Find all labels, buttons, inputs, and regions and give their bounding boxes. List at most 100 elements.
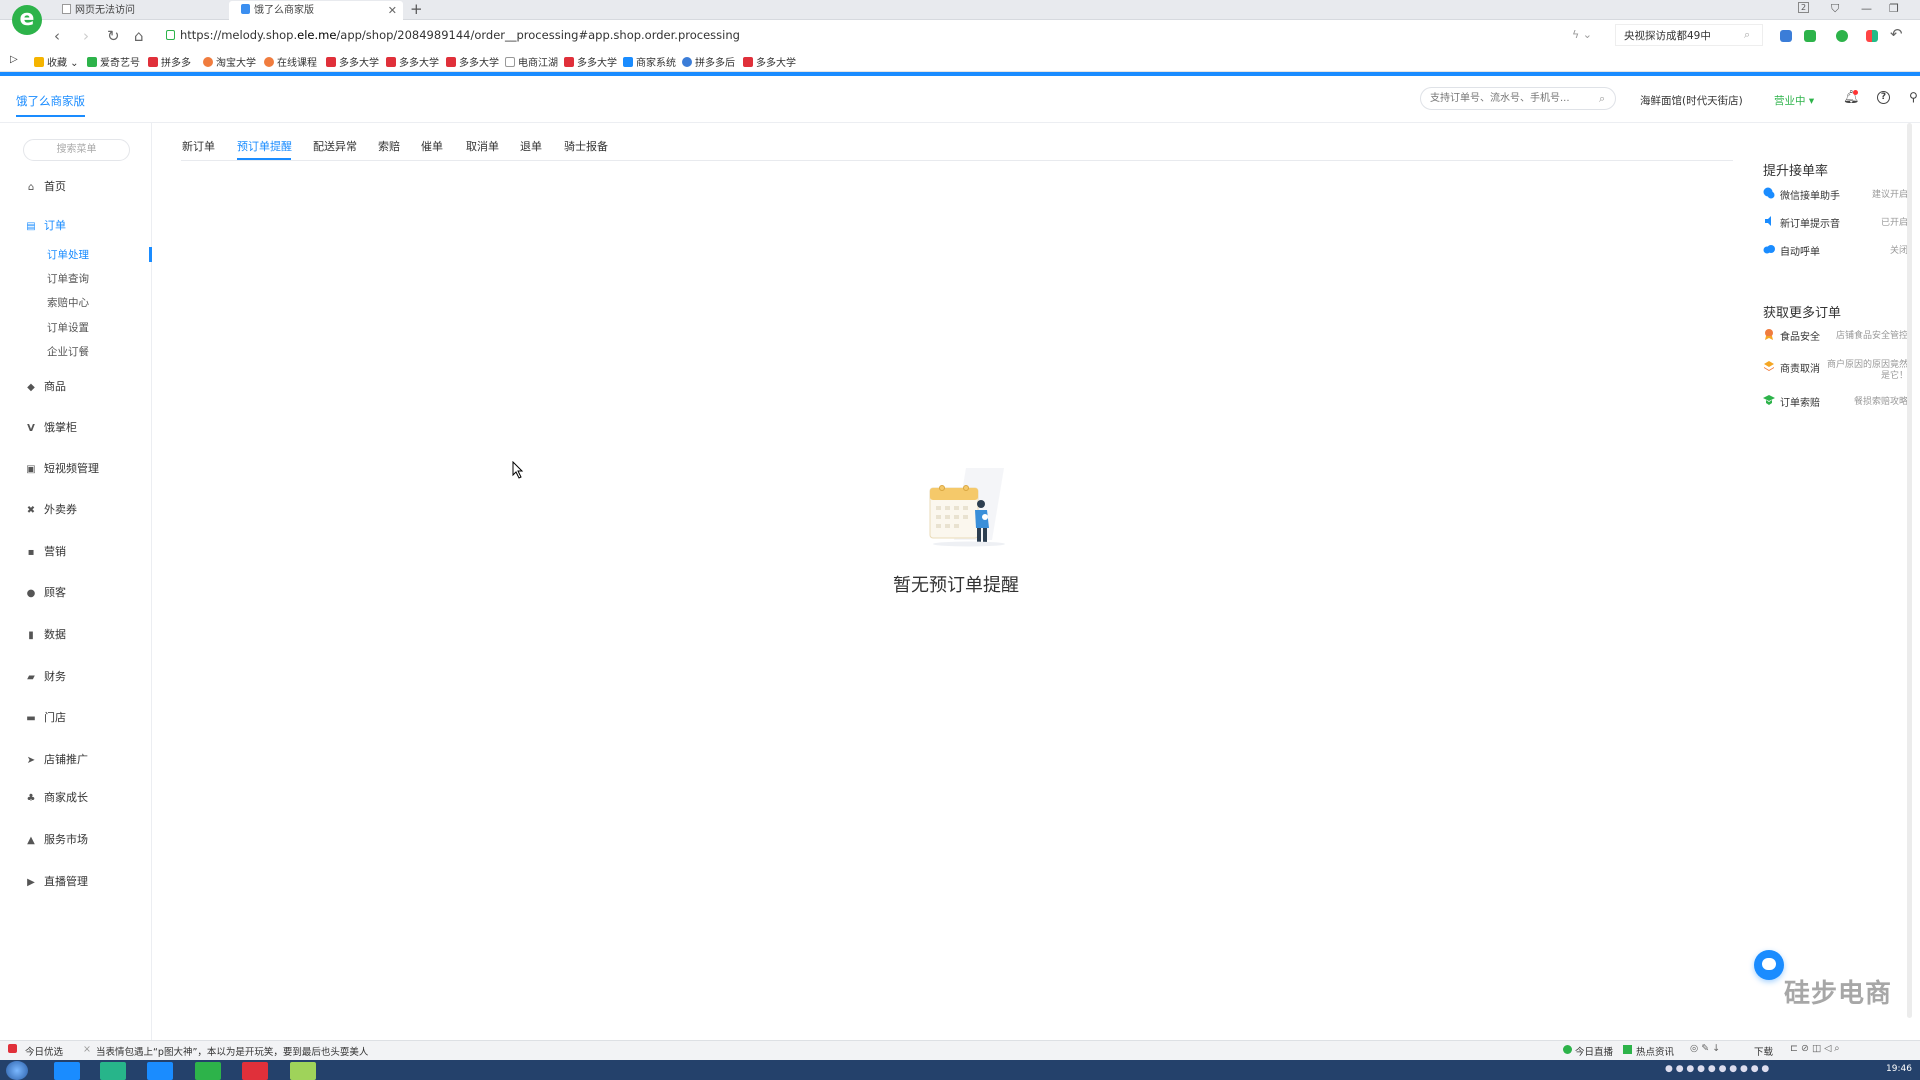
bookmark-item[interactable]: 淘宝大学 (203, 54, 256, 69)
status-hot-news-link[interactable]: 热点资讯 (1636, 1044, 1674, 1058)
bookmark-item[interactable]: 拼多多后 (682, 54, 735, 69)
news-ticker[interactable]: 当表情包遇上“p图大神”，本以为是开玩笑，要到最后也头耍美人 (96, 1044, 368, 1058)
taskbar-ie-icon[interactable] (54, 1062, 80, 1080)
tab-claims[interactable]: 索赔 (378, 138, 400, 154)
browser-tab-active[interactable]: 饿了么商家版 ✕ (229, 1, 403, 20)
green-extension-icon[interactable] (1836, 30, 1848, 42)
extension-icon[interactable] (1780, 30, 1792, 42)
bookmark-item[interactable]: 收藏 ⌄ (34, 54, 79, 69)
tab-new-orders[interactable]: 新订单 (182, 138, 215, 154)
forward-icon[interactable]: › (83, 26, 89, 46)
sidebar-item-promotion[interactable]: ➤ 店铺推广 (24, 751, 88, 767)
search-icon[interactable]: ⌕ (1599, 92, 1605, 106)
shop-name[interactable]: 海鲜面馆(时代天街店) (1640, 93, 1743, 108)
sidebar-item-coupon[interactable]: ✖ 外卖券 (24, 501, 77, 517)
app-logo[interactable]: 饿了么商家版 (16, 93, 85, 117)
apps-icon[interactable] (1866, 30, 1878, 42)
sidebar-item-goods[interactable]: ◆ 商品 (24, 378, 66, 394)
business-status-dropdown[interactable]: 营业中 ▾ (1774, 93, 1814, 108)
shirt-skin-icon[interactable]: ⛉ (1831, 2, 1839, 16)
taskbar-browser-icon[interactable] (147, 1062, 173, 1080)
sidebar-item-label: 首页 (44, 180, 66, 193)
minimize-icon[interactable]: — (1861, 2, 1872, 15)
status-live-link[interactable]: 今日直播 (1575, 1044, 1613, 1058)
back-icon[interactable]: ‹ (54, 26, 60, 46)
sidebar-item-marketing[interactable]: ▪ 营销 (24, 543, 66, 559)
undo-icon[interactable]: ↶ (1890, 24, 1903, 44)
tab-rider-reports[interactable]: 骑士报备 (564, 138, 608, 154)
close-tab-icon[interactable]: ✕ (388, 1, 397, 20)
user-icon[interactable]: ⚲ (1909, 90, 1918, 104)
sidebar-item-orders[interactable]: ▤ 订单 (24, 217, 66, 233)
sidebar-item-home[interactable]: ⌂ 首页 (24, 178, 66, 194)
coupon-icon: ✖ (26, 505, 36, 516)
sidebar-item-growth[interactable]: ♣ 商家成长 (24, 789, 88, 805)
bookmark-item[interactable]: 爱奇艺号 (87, 54, 140, 69)
bookmark-item[interactable]: 多多大学 (326, 54, 379, 69)
scissors-icon[interactable] (1804, 30, 1816, 42)
order-search-input[interactable] (1421, 88, 1591, 109)
sidebar-item-customer[interactable]: ● 顾客 (24, 584, 66, 600)
status-tool-icons[interactable]: ◎ ✎ ↓ (1690, 1043, 1720, 1054)
bookmark-item[interactable]: 多多大学 (564, 54, 617, 69)
sidebar-item-video[interactable]: ▣ 短视频管理 (24, 460, 99, 476)
sidebar-item-finance[interactable]: ▰ 财务 (24, 668, 66, 684)
sidebar-item-live[interactable]: ▶ 直播管理 (24, 873, 88, 889)
search-icon[interactable]: ⌕ (1744, 28, 1750, 42)
sidebar-sub-order-settings[interactable]: 订单设置 (47, 320, 89, 335)
rp-value: 商户原因的原因竟然是它！ (1826, 360, 1908, 381)
bookmark-item[interactable]: 多多大学 (743, 54, 796, 69)
taskbar-table-app-icon[interactable] (195, 1062, 221, 1080)
bookmark-item[interactable]: 商家系统 (623, 54, 676, 69)
sidebar-item-market[interactable]: ▲ 服务市场 (24, 831, 88, 847)
start-button-icon[interactable] (6, 1061, 28, 1080)
new-tab-plus-icon[interactable]: + (410, 0, 423, 19)
menu-search-input[interactable]: 搜索菜单 (23, 139, 130, 161)
tab-cancelled[interactable]: 取消单 (466, 138, 499, 154)
system-clock[interactable]: 19:46 (1886, 1064, 1912, 1074)
cloud-icon (1763, 245, 1775, 254)
close-icon[interactable]: × (83, 1044, 91, 1055)
bookmark-item[interactable]: 电商江湖 (505, 54, 558, 69)
home-icon[interactable]: ⌂ (134, 26, 144, 46)
refresh-icon[interactable]: ↻ (107, 26, 120, 46)
bookmark-toggle-icon[interactable]: ▷ (10, 54, 18, 65)
tab-count-badge[interactable]: 2 (1798, 2, 1810, 13)
taskbar-360-browser-icon[interactable] (290, 1062, 316, 1080)
taskbar-x-app-icon[interactable] (242, 1062, 268, 1080)
sidebar-sub-order-query[interactable]: 订单查询 (47, 271, 89, 286)
sidebar-sub-enterprise[interactable]: 企业订餐 (47, 344, 89, 359)
merchant-cancel-row[interactable]: 商责取消 商户原因的原因竟然是它！ (1763, 360, 1908, 382)
scrollbar[interactable] (1907, 123, 1912, 1018)
browser-logo-icon[interactable]: e (12, 5, 42, 35)
url-field[interactable]: https://melody.shop.ele.me/app/shop/2084… (180, 28, 740, 42)
bookmark-item[interactable]: 在线课程 (264, 54, 317, 69)
sidebar-item-ezhanggui[interactable]: V 饿掌柜 (24, 419, 77, 435)
taskbar-arrow-app-icon[interactable] (100, 1062, 126, 1080)
news-search-field[interactable]: 央视探访成都49中 (1615, 24, 1763, 46)
help-icon[interactable]: ? (1877, 91, 1890, 104)
browser-tab-error[interactable]: 网页无法访问 (50, 1, 225, 20)
bookmark-item[interactable]: 多多大学 (386, 54, 439, 69)
sidebar-sub-claims[interactable]: 索赔中心 (47, 295, 89, 310)
status-misc-icons[interactable]: ⊏ ⊘ ◫ ◁ ⌕ (1790, 1043, 1840, 1054)
finance-icon: ▰ (27, 672, 35, 683)
sidebar-item-data[interactable]: ▮ 数据 (24, 626, 66, 642)
restore-icon[interactable]: ❐ (1889, 2, 1899, 15)
tab-delivery-exception[interactable]: 配送异常 (313, 138, 357, 154)
chat-button[interactable] (1754, 950, 1784, 980)
tab-reminders[interactable]: 催单 (421, 138, 443, 154)
lightning-icon[interactable]: ϟ ⌄ (1572, 28, 1592, 41)
daily-pick-label[interactable]: 今日优选 (25, 1044, 63, 1058)
sidebar-item-store[interactable]: ▬ 门店 (24, 709, 66, 725)
section-title-acceptance: 提升接单率 (1763, 164, 1829, 179)
system-tray-icons[interactable]: ● ● ● ● ● ● ● ● ● ● (1665, 1064, 1769, 1074)
sidebar-sub-order-processing[interactable]: 订单处理 (47, 247, 89, 262)
order-search[interactable] (1420, 87, 1616, 110)
tab-preorder-reminder[interactable]: 预订单提醒 (237, 138, 292, 154)
bookmark-item[interactable]: 拼多多 (148, 54, 191, 69)
live-icon: ▶ (27, 877, 35, 888)
tab-refunds[interactable]: 退单 (520, 138, 542, 154)
status-download-link[interactable]: 下载 (1754, 1044, 1773, 1058)
bookmark-item[interactable]: 多多大学 (446, 54, 499, 69)
